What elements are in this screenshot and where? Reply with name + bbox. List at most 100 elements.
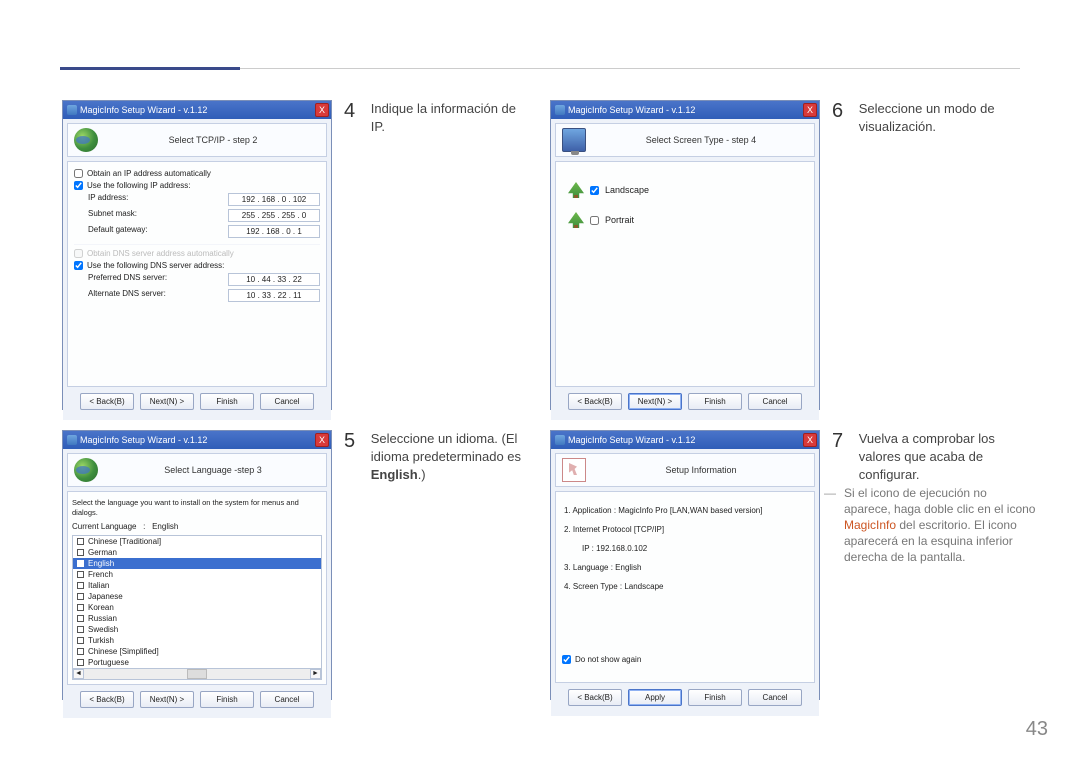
scroll-thumb[interactable]	[187, 669, 207, 679]
cancel-button[interactable]: Cancel	[260, 691, 314, 708]
do-not-show-row[interactable]: Do not show again	[562, 655, 808, 664]
monitor-icon	[562, 128, 586, 152]
scroll-left-icon[interactable]: ◄	[73, 669, 84, 679]
step-desc: Indique la información de IP.	[371, 100, 531, 136]
language-item[interactable]: Korean	[73, 602, 321, 613]
step-number: 6	[832, 100, 854, 123]
checkbox-icon	[77, 615, 84, 622]
auto-dns-checkbox	[74, 249, 83, 258]
back-button[interactable]: < Back(B)	[568, 689, 622, 706]
next-button[interactable]: Next(N) >	[140, 691, 194, 708]
gateway-input[interactable]: 192 . 168 . 0 . 1	[228, 225, 320, 238]
apply-button[interactable]: Apply	[628, 689, 682, 706]
use-ip-checkbox[interactable]	[74, 181, 83, 190]
language-item[interactable]: Italian	[73, 580, 321, 591]
step6-label: 6 Seleccione un modo de visualización.	[832, 100, 1022, 136]
close-icon[interactable]: X	[315, 433, 329, 447]
page-number: 43	[1026, 718, 1048, 741]
use-ip-checkbox-row[interactable]: Use the following IP address:	[74, 181, 320, 190]
titlebar[interactable]: MagicInfo Setup Wizard - v.1.12 X	[63, 431, 331, 449]
step4-label: 4 Indique la información de IP.	[344, 100, 534, 136]
close-icon[interactable]: X	[803, 103, 817, 117]
close-icon[interactable]: X	[803, 433, 817, 447]
language-name: Japanese	[88, 592, 123, 601]
language-item[interactable]: Japanese	[73, 591, 321, 602]
step-header: Setup Information	[594, 465, 808, 475]
portrait-option[interactable]: Portrait	[568, 212, 802, 228]
auto-dns-checkbox-row: Obtain DNS server address automatically	[74, 249, 320, 258]
step-header: Select TCP/IP - step 2	[106, 135, 320, 145]
h-scrollbar[interactable]: ◄ ►	[72, 669, 322, 680]
app-icon	[555, 435, 565, 445]
use-dns-checkbox-row[interactable]: Use the following DNS server address:	[74, 261, 320, 270]
subnet-label: Subnet mask:	[88, 209, 137, 222]
language-item[interactable]: English	[73, 558, 321, 569]
titlebar[interactable]: MagicInfo Setup Wizard - v.1.12 X	[63, 101, 331, 119]
checkbox-icon	[77, 648, 84, 655]
checkbox-icon	[77, 582, 84, 589]
close-icon[interactable]: X	[315, 103, 329, 117]
alternate-dns-input[interactable]: 10 . 33 . 22 . 11	[228, 289, 320, 302]
header-panel: Select TCP/IP - step 2	[67, 123, 327, 157]
checkbox-icon	[77, 626, 84, 633]
finish-button[interactable]: Finish	[688, 393, 742, 410]
language-item[interactable]: French	[73, 569, 321, 580]
finish-button[interactable]: Finish	[200, 691, 254, 708]
titlebar[interactable]: MagicInfo Setup Wizard - v.1.12 X	[551, 101, 819, 119]
title-text: MagicInfo Setup Wizard - v.1.12	[568, 435, 695, 445]
use-dns-label: Use the following DNS server address:	[87, 261, 224, 270]
ip-addr-label: IP address:	[88, 193, 128, 206]
checkbox-icon	[77, 659, 84, 666]
step7-label: 7 Vuelva a comprobar los valores que aca…	[832, 430, 1042, 484]
checkbox-icon	[77, 571, 84, 578]
window-title: MagicInfo Setup Wizard - v.1.12	[67, 435, 207, 445]
language-item[interactable]: Swedish	[73, 624, 321, 635]
tree-icon	[568, 212, 584, 228]
language-item[interactable]: Russian	[73, 613, 321, 624]
step-number: 5	[344, 430, 366, 453]
language-name: Swedish	[88, 625, 118, 634]
back-button[interactable]: < Back(B)	[568, 393, 622, 410]
ip-addr-input[interactable]: 192 . 168 . 0 . 102	[228, 193, 320, 206]
alternate-dns-label: Alternate DNS server:	[88, 289, 166, 302]
scroll-right-icon[interactable]: ►	[310, 669, 321, 679]
language-item[interactable]: German	[73, 547, 321, 558]
language-item[interactable]: Chinese [Simplified]	[73, 646, 321, 657]
cancel-button[interactable]: Cancel	[748, 393, 802, 410]
step-number: 4	[344, 100, 366, 123]
cancel-button[interactable]: Cancel	[748, 689, 802, 706]
language-name: Portuguese	[88, 658, 129, 667]
back-button[interactable]: < Back(B)	[80, 393, 134, 410]
setup-info-content: 1. Application : MagicInfo Pro [LAN,WAN …	[555, 491, 815, 683]
finish-button[interactable]: Finish	[688, 689, 742, 706]
language-item[interactable]: Portuguese	[73, 657, 321, 668]
finish-button[interactable]: Finish	[200, 393, 254, 410]
cursor-click-icon	[562, 458, 586, 482]
portrait-label: Portrait	[605, 215, 634, 225]
language-item[interactable]: Chinese [Traditional]	[73, 536, 321, 547]
landscape-option[interactable]: Landscape	[568, 182, 802, 198]
subnet-input[interactable]: 255 . 255 . 255 . 0	[228, 209, 320, 222]
step-number: 7	[832, 430, 854, 453]
checkbox-icon	[77, 593, 84, 600]
language-name: English	[88, 559, 114, 568]
magicinfo-note: Si el icono de ejecución no aparece, hag…	[826, 485, 1036, 565]
language-listbox[interactable]: Chinese [Traditional]GermanEnglishFrench…	[72, 535, 322, 669]
language-item[interactable]: Turkish	[73, 635, 321, 646]
use-dns-checkbox[interactable]	[74, 261, 83, 270]
do-not-show-checkbox[interactable]	[562, 655, 571, 664]
titlebar[interactable]: MagicInfo Setup Wizard - v.1.12 X	[551, 431, 819, 449]
back-button[interactable]: < Back(B)	[80, 691, 134, 708]
info-language: 3. Language : English	[564, 560, 806, 576]
next-button[interactable]: Next(N) >	[628, 393, 682, 410]
cancel-button[interactable]: Cancel	[260, 393, 314, 410]
next-button[interactable]: Next(N) >	[140, 393, 194, 410]
auto-ip-checkbox[interactable]	[74, 169, 83, 178]
auto-ip-checkbox-row[interactable]: Obtain an IP address automatically	[74, 169, 320, 178]
portrait-checkbox[interactable]	[590, 216, 599, 225]
landscape-checkbox[interactable]	[590, 186, 599, 195]
preferred-dns-input[interactable]: 10 . 44 . 33 . 22	[228, 273, 320, 286]
checkbox-icon	[77, 549, 84, 556]
magicinfo-highlight: MagicInfo	[844, 518, 896, 532]
lang-content: Select the language you want to install …	[67, 491, 327, 685]
